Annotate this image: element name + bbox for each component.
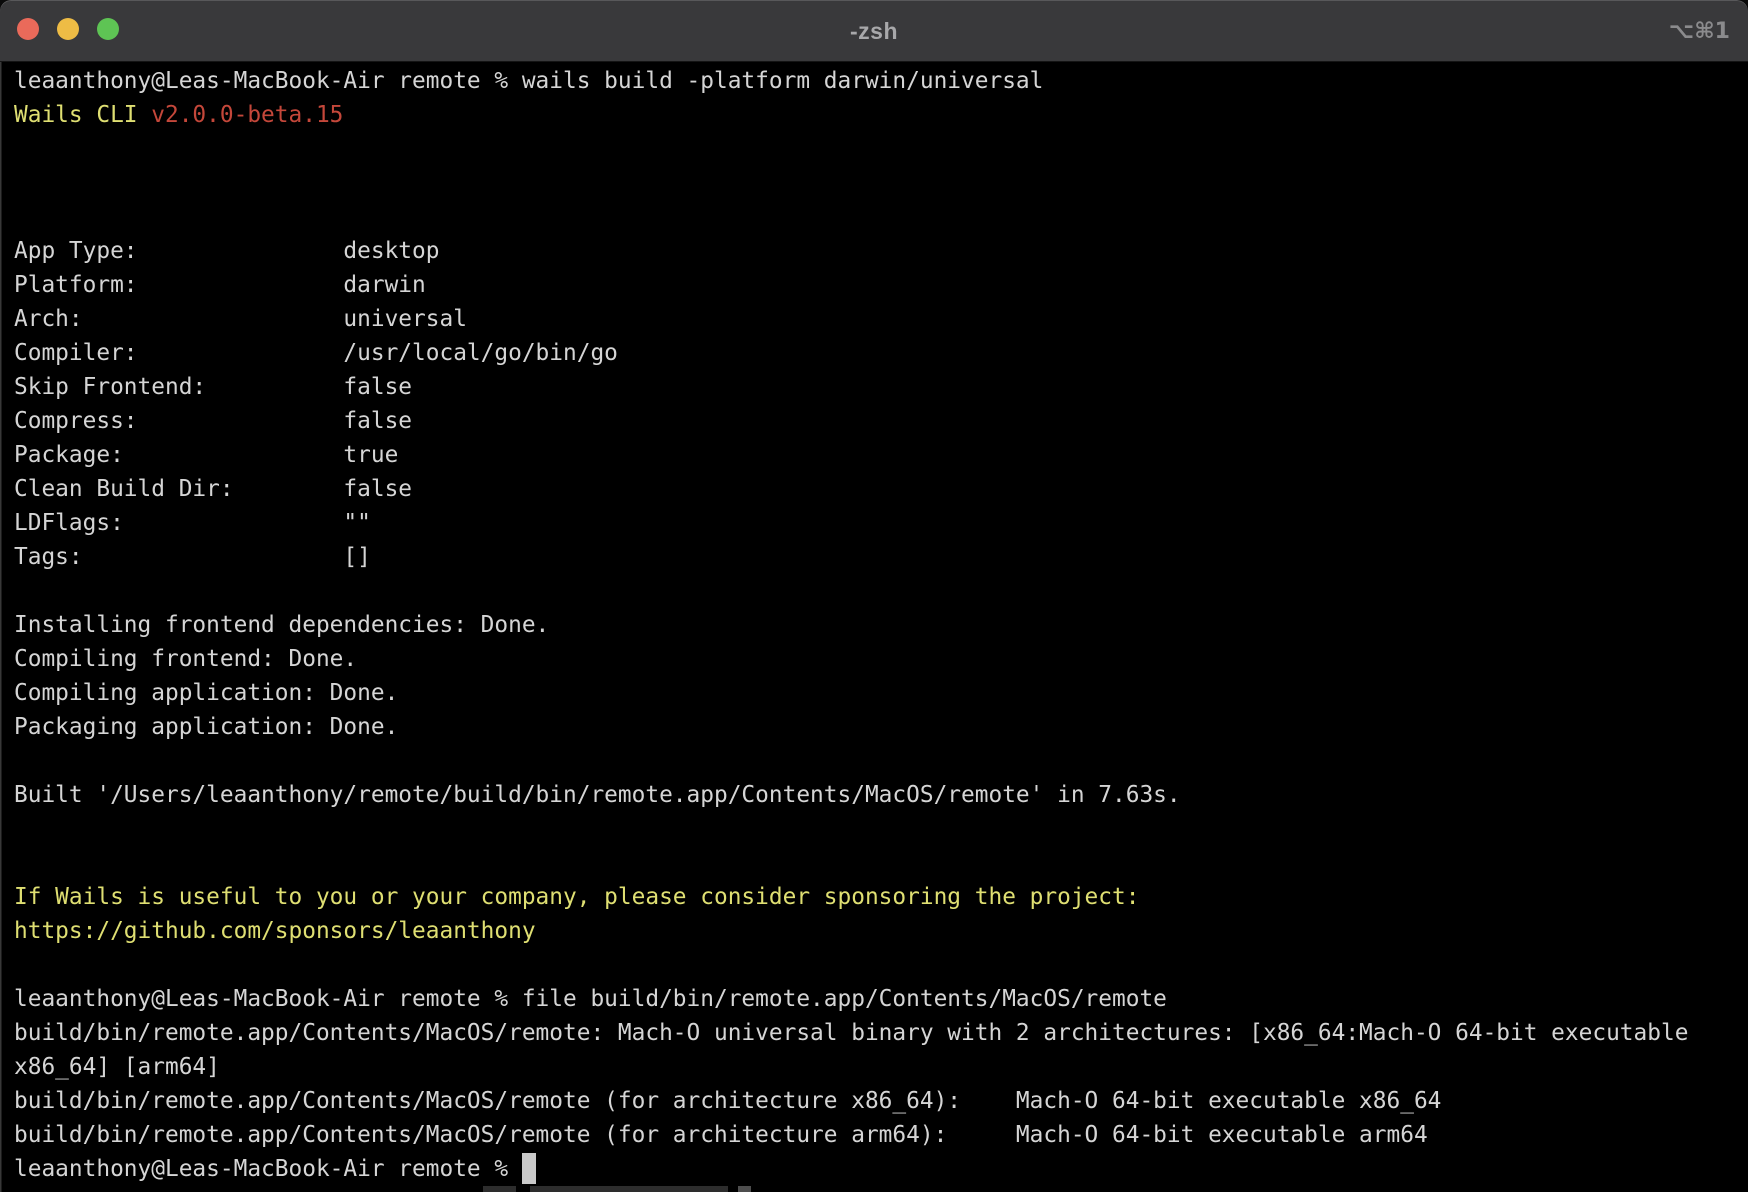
terminal-text-segment: App Type: desktop [14, 238, 439, 264]
terminal-text-segment: Compiler: /usr/local/go/bin/go [14, 340, 618, 366]
terminal-text-segment: https://github.com/sponsors/leaanthony [14, 918, 536, 944]
terminal-line: Compiling application: Done. [14, 676, 1748, 710]
terminal-line: Packaging application: Done. [14, 710, 1748, 744]
terminal-line: LDFlags: "" [14, 506, 1748, 540]
terminal-line: https://github.com/sponsors/leaanthony [14, 914, 1748, 948]
terminal-text-segment: If Wails is useful to you or your compan… [14, 884, 1139, 910]
terminal-line: Compiling frontend: Done. [14, 642, 1748, 676]
terminal-line: Built '/Users/leaanthony/remote/build/bi… [14, 778, 1748, 812]
terminal-line: Arch: universal [14, 302, 1748, 336]
terminal-text-segment: Packaging application: Done. [14, 714, 398, 740]
terminal-screen[interactable]: leaanthony@Leas-MacBook-Air remote % wai… [0, 62, 1748, 1186]
terminal-text-segment: leaanthony@Leas-MacBook-Air remote % wai… [14, 68, 1043, 94]
terminal-line: Package: true [14, 438, 1748, 472]
terminal-text-segment: build/bin/remote.app/Contents/MacOS/remo… [14, 1020, 1688, 1046]
terminal-line: App Type: desktop [14, 234, 1748, 268]
text-cursor [522, 1153, 536, 1184]
terminal-line: x86_64] [arm64] [14, 1050, 1748, 1084]
terminal-line [14, 812, 1748, 846]
terminal-line: build/bin/remote.app/Contents/MacOS/remo… [14, 1016, 1748, 1050]
terminal-text-segment: Tags: [] [14, 544, 371, 570]
terminal-text-segment: build/bin/remote.app/Contents/MacOS/remo… [14, 1122, 1428, 1148]
terminal-line: If Wails is useful to you or your compan… [14, 880, 1748, 914]
terminal-line: Compiler: /usr/local/go/bin/go [14, 336, 1748, 370]
terminal-line: Clean Build Dir: false [14, 472, 1748, 506]
terminal-line [14, 948, 1748, 982]
window-title: -zsh [0, 0, 1748, 62]
title-bar[interactable]: -zsh ⌥⌘1 [0, 0, 1748, 62]
terminal-line: Platform: darwin [14, 268, 1748, 302]
terminal-text-segment: Built '/Users/leaanthony/remote/build/bi… [14, 782, 1181, 808]
terminal-text-segment: leaanthony@Leas-MacBook-Air remote % [14, 1156, 522, 1182]
terminal-text-segment: Compiling frontend: Done. [14, 646, 357, 672]
terminal-text-segment: Skip Frontend: false [14, 374, 412, 400]
clipped-partial-line [0, 1186, 1748, 1192]
terminal-line: build/bin/remote.app/Contents/MacOS/remo… [14, 1118, 1748, 1152]
terminal-line [14, 574, 1748, 608]
terminal-line [14, 744, 1748, 778]
terminal-line [14, 166, 1748, 200]
terminal-text-segment: leaanthony@Leas-MacBook-Air remote % fil… [14, 986, 1167, 1012]
terminal-line: Installing frontend dependencies: Done. [14, 608, 1748, 642]
terminal-text-segment: Compiling application: Done. [14, 680, 398, 706]
terminal-text-segment: Installing frontend dependencies: Done. [14, 612, 549, 638]
terminal-window: -zsh ⌥⌘1 leaanthony@Leas-MacBook-Air rem… [0, 0, 1748, 1192]
terminal-line: Compress: false [14, 404, 1748, 438]
clipped-glyphs [483, 1186, 516, 1192]
terminal-line [14, 846, 1748, 880]
clipped-glyphs [738, 1186, 751, 1192]
terminal-line [14, 200, 1748, 234]
terminal-text-segment: x86_64] [arm64] [14, 1054, 220, 1080]
terminal-line: Wails CLI v2.0.0-beta.15 [14, 98, 1748, 132]
terminal-line [14, 132, 1748, 166]
terminal-text-segment: v2.0.0-beta.15 [151, 102, 343, 128]
terminal-line: leaanthony@Leas-MacBook-Air remote % [14, 1152, 1748, 1186]
terminal-text-segment: Arch: universal [14, 306, 467, 332]
terminal-text-segment: Clean Build Dir: false [14, 476, 412, 502]
tab-shortcut-hint: ⌥⌘1 [1669, 0, 1730, 62]
terminal-text-segment: Wails CLI [14, 102, 151, 128]
terminal-line: leaanthony@Leas-MacBook-Air remote % wai… [14, 64, 1748, 98]
terminal-text-segment: build/bin/remote.app/Contents/MacOS/remo… [14, 1088, 1441, 1114]
clipped-glyphs [530, 1186, 728, 1192]
terminal-line: Tags: [] [14, 540, 1748, 574]
terminal-text-segment: Platform: darwin [14, 272, 426, 298]
terminal-output: leaanthony@Leas-MacBook-Air remote % wai… [14, 64, 1748, 1186]
terminal-line: leaanthony@Leas-MacBook-Air remote % fil… [14, 982, 1748, 1016]
terminal-text-segment: Compress: false [14, 408, 412, 434]
terminal-text-segment: LDFlags: "" [14, 510, 371, 536]
terminal-line: Skip Frontend: false [14, 370, 1748, 404]
terminal-text-segment: Package: true [14, 442, 398, 468]
terminal-line: build/bin/remote.app/Contents/MacOS/remo… [14, 1084, 1748, 1118]
